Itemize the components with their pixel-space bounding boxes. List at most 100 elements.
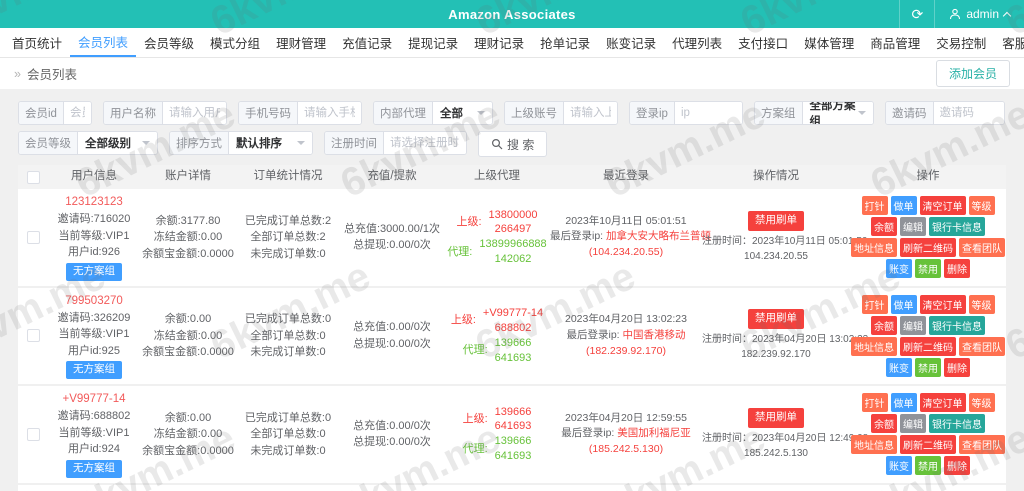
nav-item-4[interactable]: 理财管理 bbox=[268, 28, 334, 57]
plan-group-select[interactable]: 全部方案组 bbox=[802, 102, 873, 124]
parent-label: 上级: bbox=[462, 412, 488, 425]
balance-button[interactable]: 余额 bbox=[871, 315, 897, 335]
bank-card-button[interactable]: 银行卡信息 bbox=[929, 217, 985, 237]
nav-item-15[interactable]: 客服列表 bbox=[994, 28, 1024, 57]
user-info-cell: 799503270 邀请码:326209 当前等级:VIP1 用户id:925 … bbox=[48, 293, 140, 379]
orders-all: 全部订单总数:0 bbox=[250, 428, 326, 440]
make-order-button[interactable]: 做单 bbox=[890, 196, 917, 216]
member-id-input[interactable] bbox=[63, 102, 91, 124]
clear-orders-button[interactable]: 清空订单 bbox=[919, 393, 966, 413]
filter-sort-order: 排序方式 默认排序 bbox=[169, 131, 313, 155]
delete-button[interactable]: 删除 bbox=[944, 456, 970, 476]
username-input[interactable] bbox=[163, 102, 226, 124]
invite-code-input[interactable] bbox=[933, 102, 1004, 124]
level-button[interactable]: 等级 bbox=[968, 196, 995, 216]
filter-label: 上级账号 bbox=[505, 102, 564, 124]
parent-account-input[interactable] bbox=[564, 102, 617, 124]
agent-account-2: 641693 bbox=[494, 450, 532, 463]
refresh-qrcode-button[interactable]: 刷新二维码 bbox=[900, 435, 956, 455]
edit-button[interactable]: 编辑 bbox=[900, 217, 926, 237]
add-member-button[interactable]: 添加会员 bbox=[935, 60, 1010, 87]
agent-account-1: 13899966888 bbox=[479, 238, 547, 251]
make-order-button[interactable]: 做单 bbox=[890, 393, 917, 413]
admin-menu[interactable]: admin bbox=[935, 7, 1024, 21]
search-button[interactable]: 搜 索 bbox=[478, 131, 548, 157]
phone-input[interactable] bbox=[298, 102, 361, 124]
row-checkbox[interactable] bbox=[26, 329, 40, 343]
edit-button[interactable]: 编辑 bbox=[900, 414, 926, 434]
nav-item-6[interactable]: 提现记录 bbox=[400, 28, 466, 57]
clear-orders-button[interactable]: 清空订单 bbox=[919, 294, 966, 314]
disable-button[interactable]: 禁用 bbox=[915, 456, 941, 476]
refresh-icon[interactable]: ⟳ bbox=[899, 0, 936, 28]
inject-button[interactable]: 打针 bbox=[861, 196, 888, 216]
nav-item-12[interactable]: 媒体管理 bbox=[796, 28, 862, 57]
disable-button[interactable]: 禁用 bbox=[915, 357, 941, 377]
agent-account-2: 142062 bbox=[494, 253, 532, 266]
nav-item-10[interactable]: 代理列表 bbox=[664, 28, 730, 57]
table-row: 799503270 邀请码:326209 当前等级:VIP1 用户id:925 … bbox=[18, 287, 1006, 386]
nav-item-13[interactable]: 商品管理 bbox=[862, 28, 928, 57]
account-change-button[interactable]: 账变 bbox=[886, 357, 912, 377]
internal-agent-select[interactable]: 全部 bbox=[433, 102, 492, 124]
row-checkbox[interactable] bbox=[26, 230, 40, 244]
level-button[interactable]: 等级 bbox=[968, 393, 995, 413]
clear-orders-button[interactable]: 清空订单 bbox=[919, 196, 966, 216]
balance-button[interactable]: 余额 bbox=[871, 217, 897, 237]
account-change-button[interactable]: 账变 bbox=[886, 456, 912, 476]
filter-label: 会员等级 bbox=[19, 132, 78, 154]
login-ip-input[interactable] bbox=[674, 102, 742, 124]
address-button[interactable]: 地址信息 bbox=[851, 435, 897, 455]
plan-group-badge[interactable]: 无方案组 bbox=[66, 361, 122, 379]
account-cell: 余额:0.00 冻结金额:0.00 余额宝金额:0.0000 bbox=[140, 410, 236, 460]
nav-item-3[interactable]: 模式分组 bbox=[202, 28, 268, 57]
delete-button[interactable]: 删除 bbox=[944, 259, 970, 279]
username: 799503270 bbox=[65, 294, 123, 307]
nav-item-5[interactable]: 充值记录 bbox=[334, 28, 400, 57]
address-button[interactable]: 地址信息 bbox=[851, 238, 897, 258]
inject-button[interactable]: 打针 bbox=[861, 294, 888, 314]
nav-item-7[interactable]: 理财记录 bbox=[466, 28, 532, 57]
invite-code: 邀请码:326209 bbox=[57, 311, 131, 324]
nav-item-1[interactable]: 会员列表 bbox=[70, 28, 137, 57]
header-cell-4: 上级代理 bbox=[474, 170, 520, 183]
plan-group-badge[interactable]: 无方案组 bbox=[66, 262, 122, 281]
nav-item-0[interactable]: 首页统计 bbox=[4, 28, 70, 57]
sort-order-select[interactable]: 默认排序 bbox=[229, 132, 312, 154]
nav-item-11[interactable]: 支付接口 bbox=[730, 28, 796, 57]
level-button[interactable]: 等级 bbox=[968, 294, 995, 314]
refresh-qrcode-button[interactable]: 刷新二维码 bbox=[900, 336, 956, 356]
topbar-right: ⟳ admin bbox=[899, 0, 1024, 28]
view-team-button[interactable]: 查看团队 bbox=[959, 238, 1005, 258]
total-withdraw: 总提现:0.00/0次 bbox=[353, 337, 431, 350]
view-team-button[interactable]: 查看团队 bbox=[959, 435, 1005, 455]
make-order-button[interactable]: 做单 bbox=[890, 294, 917, 314]
row-checkbox[interactable] bbox=[26, 427, 40, 441]
account-change-button[interactable]: 账变 bbox=[886, 259, 912, 279]
balance-button[interactable]: 余额 bbox=[871, 414, 897, 434]
admin-label: admin bbox=[966, 7, 999, 21]
bank-card-button[interactable]: 银行卡信息 bbox=[929, 414, 985, 434]
nav-item-2[interactable]: 会员等级 bbox=[136, 28, 202, 57]
member-level: 当前等级:VIP1 bbox=[58, 328, 130, 341]
inject-button[interactable]: 打针 bbox=[861, 393, 888, 413]
disable-order-badge: 禁用刷单 bbox=[748, 210, 804, 231]
nav-item-14[interactable]: 交易控制 bbox=[928, 28, 994, 57]
disable-button[interactable]: 禁用 bbox=[915, 259, 941, 279]
bank-card-button[interactable]: 银行卡信息 bbox=[929, 315, 985, 335]
delete-button[interactable]: 删除 bbox=[944, 357, 970, 377]
member-level-select[interactable]: 全部级别 bbox=[78, 132, 157, 154]
plan-group-badge[interactable]: 无方案组 bbox=[66, 459, 122, 478]
orders-done: 已完成订单总数:0 bbox=[244, 313, 332, 325]
edit-button[interactable]: 编辑 bbox=[900, 315, 926, 335]
disable-order-badge: 禁用刷单 bbox=[748, 309, 804, 330]
refresh-qrcode-button[interactable]: 刷新二维码 bbox=[900, 238, 956, 258]
select-all-checkbox[interactable] bbox=[26, 170, 40, 184]
nav-item-8[interactable]: 抢单记录 bbox=[532, 28, 598, 57]
address-button[interactable]: 地址信息 bbox=[851, 336, 897, 356]
filter-label: 邀请码 bbox=[886, 102, 934, 124]
view-team-button[interactable]: 查看团队 bbox=[959, 336, 1005, 356]
nav-item-9[interactable]: 账变记录 bbox=[598, 28, 664, 57]
recharge-cell: 总充值:0.00/0次 总提现:0.00/0次 bbox=[340, 418, 444, 451]
register-time-input[interactable] bbox=[384, 132, 466, 154]
